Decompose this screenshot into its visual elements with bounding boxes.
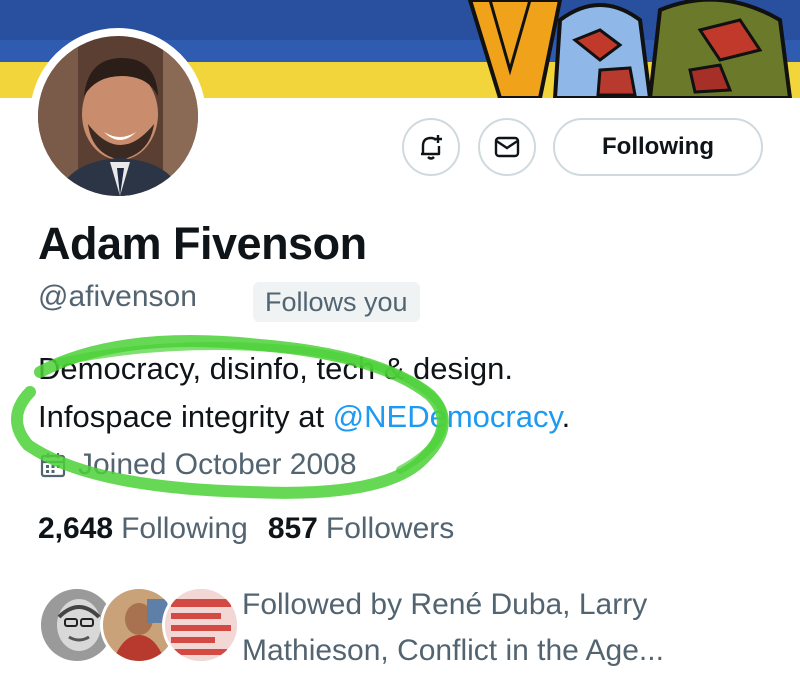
bio-line-2: Infospace integrity at @NEDemocracy. (38, 393, 778, 441)
display-name: Adam Fivenson (38, 218, 367, 269)
profile-avatar[interactable] (30, 28, 206, 204)
follow-stats: 2,648 Following 857 Followers (38, 512, 474, 546)
calendar-icon (40, 453, 66, 478)
avatar-image (38, 36, 198, 196)
follower-avatar (162, 586, 240, 664)
envelope-icon (494, 136, 520, 158)
follows-you-badge: Follows you (253, 282, 420, 322)
followed-by-text[interactable]: Followed by René Duba, Larry Mathieson, … (242, 582, 762, 674)
followers-link[interactable]: Followers (326, 512, 454, 546)
following-count[interactable]: 2,648 (38, 512, 113, 546)
profile-bio: Democracy, disinfo, tech & design. Infos… (38, 345, 778, 441)
followed-by-avatars[interactable] (38, 580, 240, 670)
bio-mention-link[interactable]: @NEDemocracy (333, 399, 562, 434)
message-button[interactable] (478, 118, 536, 176)
bio-line-1: Democracy, disinfo, tech & design. (38, 351, 513, 386)
followers-count[interactable]: 857 (268, 512, 318, 546)
bio-prefix: Infospace integrity at (38, 399, 333, 434)
bio-suffix: . (561, 399, 571, 434)
notify-button[interactable] (402, 118, 460, 176)
joined-text: Joined October 2008 (78, 448, 357, 481)
user-handle: @afivenson (38, 280, 197, 313)
following-link[interactable]: Following (121, 512, 248, 546)
bell-plus-icon (421, 135, 442, 160)
joined-date: Joined October 2008 (38, 448, 357, 482)
following-button[interactable]: Following (553, 118, 763, 176)
